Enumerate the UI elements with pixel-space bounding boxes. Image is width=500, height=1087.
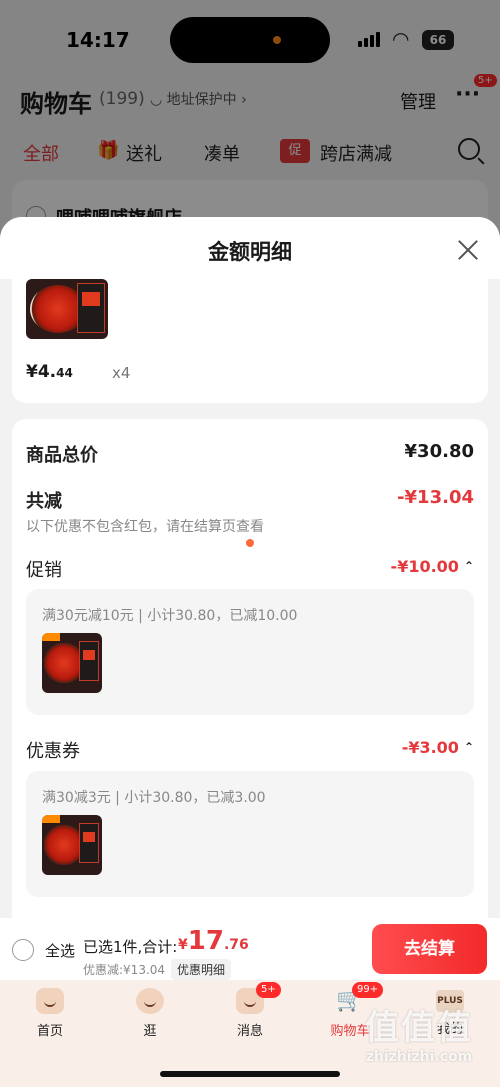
promotion-amount: -¥10.00 (390, 557, 459, 576)
tab-browse[interactable]: 逛 (120, 988, 180, 1039)
chevron-up-icon: ⌃ (463, 740, 474, 754)
coupon-detail-text: 满30减3元 | 小计30.80，已减3.00 (42, 790, 266, 806)
discount-info: 优惠减:¥13.04 (83, 963, 166, 977)
promotion-product-image (42, 633, 102, 693)
product-image (26, 279, 108, 339)
total-currency: ¥ (178, 937, 188, 953)
sheet-title: 金额明细 (208, 240, 292, 264)
sheet-header: 金额明细 (0, 217, 500, 279)
total-dec: .76 (223, 937, 249, 953)
promotion-detail-box: 满30元减10元 | 小计30.80，已减10.00 (26, 589, 474, 715)
loading-dot-icon (246, 539, 254, 547)
selected-info: 已选1件,合计: (83, 938, 178, 956)
tab-browse-label: 逛 (143, 1024, 157, 1039)
face-icon (136, 988, 164, 1014)
tab-home-label: 首页 (36, 1024, 63, 1039)
home-icon (36, 988, 64, 1014)
total-value: ¥30.80 (404, 441, 474, 462)
promotion-value: -¥10.00 ⌃ (391, 557, 474, 576)
coupon-label: 优惠券 (26, 741, 80, 762)
tab-messages-label: 消息 (236, 1024, 263, 1039)
total-price: ¥17.76 (178, 926, 249, 956)
coupon-detail-box: 满30减3元 | 小计30.80，已减3.00 (26, 771, 474, 897)
reduced-label: 共减 (26, 491, 62, 512)
home-indicator[interactable] (160, 1071, 340, 1077)
coupon-value: -¥3.00 ⌃ (402, 738, 474, 757)
total-int: 17 (187, 926, 224, 956)
select-all-checkbox[interactable] (12, 939, 34, 961)
coupon-product-image (42, 815, 102, 875)
promotion-detail-text: 满30元减10元 | 小计30.80，已减10.00 (42, 608, 298, 624)
discount-detail-link[interactable]: 优惠明细 (171, 959, 232, 980)
watermark-url: zhizhizhi.com (365, 1049, 473, 1065)
product-card: ¥4.44 x4 (12, 279, 488, 403)
total-label: 商品总价 (26, 445, 98, 466)
select-all-label[interactable]: 全选 (45, 940, 75, 961)
coupon-amount: -¥3.00 (401, 738, 459, 757)
product-price: ¥4.44 (26, 362, 73, 382)
discount-hint: 以下优惠不包含红包，请在结算页查看 (26, 519, 264, 535)
promotion-label: 促销 (26, 560, 62, 581)
price-int: ¥4. (26, 362, 57, 382)
price-dec: 44 (56, 366, 73, 380)
tab-home[interactable]: 首页 (20, 988, 80, 1039)
tab-messages[interactable]: 5+ 消息 (220, 982, 281, 1039)
watermark-logo: 值值值 (365, 1008, 473, 1048)
close-icon[interactable] (457, 239, 479, 261)
checkout-button[interactable]: 去结算 (372, 924, 487, 974)
amount-detail-card: 商品总价 ¥30.80 共减 -¥13.04 以下优惠不包含红包，请在结算页查看… (12, 419, 488, 979)
reduced-value: -¥13.04 (397, 487, 474, 508)
messages-badge: 5+ (256, 982, 281, 998)
product-qty: x4 (112, 364, 131, 382)
site-watermark: 值值值 zhizhizhi.com (344, 1000, 494, 1065)
chevron-up-icon: ⌃ (463, 559, 474, 573)
cart-badge: 99+ (352, 982, 384, 998)
checkout-bar: 全选 已选1件,合计: ¥17.76 优惠减:¥13.04 优惠明细 去结算 (0, 918, 500, 980)
